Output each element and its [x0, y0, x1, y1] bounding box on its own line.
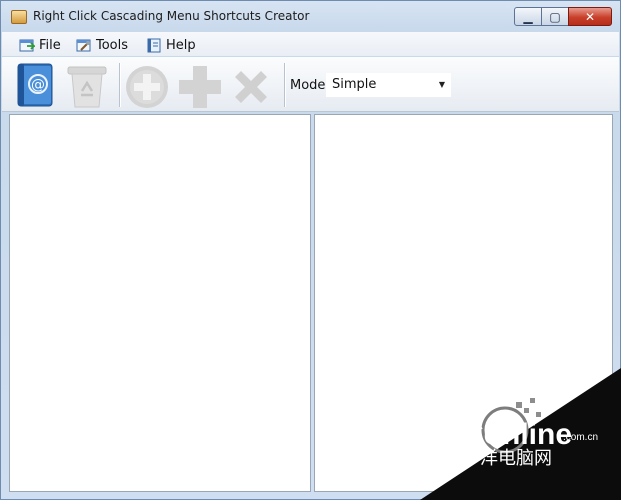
recycle-bin-button[interactable]: [64, 61, 112, 109]
add-item-button[interactable]: [123, 61, 171, 109]
recycle-bin-icon: [67, 66, 107, 108]
close-button[interactable]: ✕: [568, 7, 612, 26]
app-icon: [11, 10, 27, 24]
maximize-button[interactable]: ▢: [542, 7, 568, 26]
plus-icon: [179, 66, 221, 108]
toolbar-separator: [284, 63, 285, 107]
toolbar: @ Mode Simple ▼: [2, 57, 619, 112]
x-icon: [235, 71, 267, 103]
menu-help-label: Help: [166, 37, 196, 53]
left-pane[interactable]: [9, 114, 311, 492]
menu-help[interactable]: Help: [146, 36, 196, 54]
mode-dropdown[interactable]: Simple ▼: [326, 73, 451, 97]
window-controls: ▁ ▢ ✕: [514, 7, 612, 26]
file-menu-icon: [19, 39, 35, 51]
right-pane[interactable]: [314, 114, 613, 492]
maximize-icon: ▢: [549, 9, 561, 24]
add-button[interactable]: [176, 61, 224, 109]
address-book-icon: @: [17, 63, 53, 107]
svg-text:@: @: [31, 77, 45, 93]
minimize-button[interactable]: ▁: [514, 7, 542, 26]
minimize-icon: ▁: [523, 9, 533, 24]
title-bar[interactable]: Right Click Cascading Menu Shortcuts Cre…: [1, 1, 620, 31]
toolbar-separator: [119, 63, 120, 107]
mode-label: Mode: [290, 78, 326, 93]
delete-button[interactable]: [227, 61, 275, 109]
menu-tools[interactable]: Tools: [76, 36, 128, 54]
app-window: Right Click Cascading Menu Shortcuts Cre…: [0, 0, 621, 500]
help-menu-icon: [147, 38, 161, 52]
circle-plus-icon: [126, 66, 168, 108]
window-title: Right Click Cascading Menu Shortcuts Cre…: [33, 9, 310, 23]
close-icon: ✕: [584, 9, 596, 24]
menu-file[interactable]: File: [19, 36, 61, 54]
mode-dropdown-value: Simple: [332, 77, 377, 92]
address-book-button[interactable]: @: [12, 61, 60, 109]
menu-bar: File Tools Help: [2, 32, 619, 56]
chevron-down-icon: ▼: [438, 80, 445, 89]
menu-tools-label: Tools: [96, 37, 129, 53]
menu-file-label: File: [39, 37, 61, 53]
tools-menu-icon: [76, 39, 91, 51]
